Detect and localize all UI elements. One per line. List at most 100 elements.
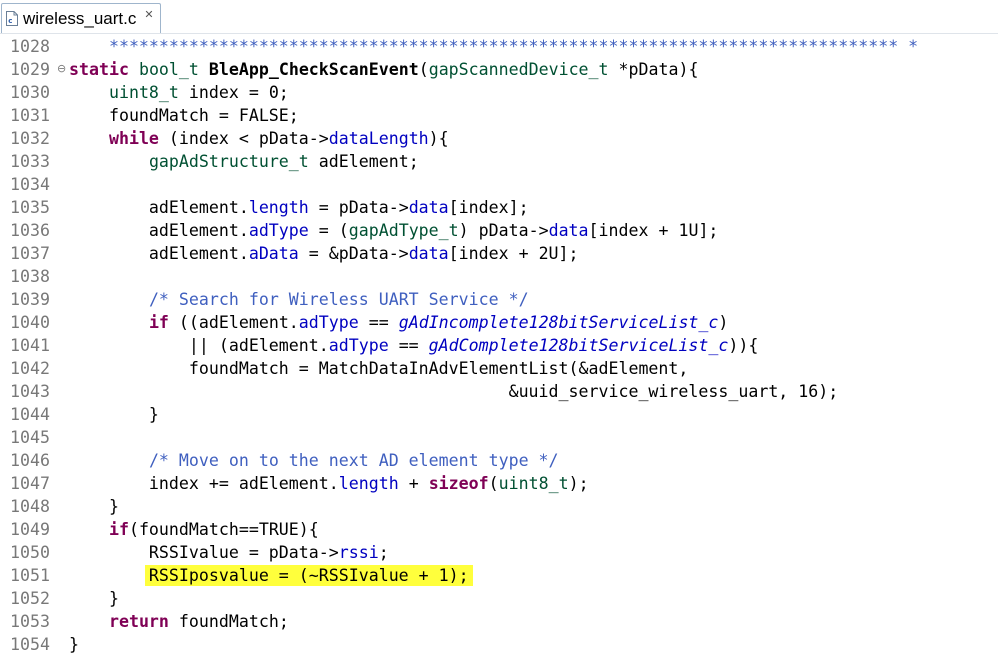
code-token: *pData){ [608,60,699,79]
code-line[interactable]: 1042 foundMatch = MatchDataInAdvElementL… [0,357,998,380]
code-token: foundMatch; [168,612,289,631]
code-token: length [248,198,309,217]
code-line[interactable]: 1052 } [0,587,998,610]
code-token: /* Move on to the next AD element type *… [148,451,559,470]
code-token: adType [298,313,359,332]
line-number: 1054 [10,635,50,654]
code-token: adElement. [69,244,249,263]
code-token: length [338,474,399,493]
code-line[interactable]: 1049 if(foundMatch==TRUE){ [0,518,998,541]
code-line[interactable]: 1036 adElement.adType = (gapAdType_t) pD… [0,219,998,242]
code-line[interactable]: 1051 RSSIposvalue = (~RSSIvalue + 1); [0,564,998,587]
code-token: == [388,336,429,355]
code-line[interactable]: 1038 [0,265,998,288]
code-token: + [398,474,429,493]
code-text: return foundMatch; [69,610,289,633]
code-token: = &pData-> [298,244,409,263]
code-token: index += adElement. [69,474,339,493]
code-token: if [148,313,169,332]
line-number: 1031 [10,106,50,125]
code-line[interactable]: 1053 return foundMatch; [0,610,998,633]
code-line[interactable]: 1028 ***********************************… [0,35,998,58]
code-line[interactable]: 1043 &uuid_service_wireless_uart, 16); [0,380,998,403]
code-line[interactable]: 1035 adElement.length = pData->data[inde… [0,196,998,219]
code-line[interactable]: 1045 [0,426,998,449]
line-number: 1032 [10,129,50,148]
code-token: gAdIncomplete128bitServiceList_c [398,313,719,332]
fold-toggle-icon[interactable]: ⊖ [57,58,69,79]
code-token: gAdComplete128bitServiceList_c [428,336,729,355]
code-line[interactable]: 1037 adElement.aData = &pData->data[inde… [0,242,998,265]
code-token: } [69,497,119,516]
code-token: sizeof [428,474,489,493]
code-text: RSSIposvalue = (~RSSIvalue + 1); [69,564,469,587]
code-token: == [358,313,399,332]
code-text: adElement.length = pData->data[index]; [69,196,529,219]
line-number: 1052 [10,589,50,608]
code-line[interactable]: 1029 ⊖ static bool_t BleApp_CheckScanEvent… [0,58,998,81]
code-text: /* Move on to the next AD element type *… [69,449,559,472]
code-token: rssi [338,543,379,562]
code-line[interactable]: 1041 || (adElement.adType == gAdComplete… [0,334,998,357]
code-token: adElement. [69,221,249,240]
code-token: ) pData-> [458,221,549,240]
code-token: data [408,244,449,263]
close-icon[interactable]: ✕ [144,10,153,21]
code-line[interactable]: 1048 } [0,495,998,518]
line-number: 1030 [10,83,50,102]
line-number: 1046 [10,451,50,470]
code-text: } [69,633,79,656]
code-line[interactable]: 1040 if ((adElement.adType == gAdIncompl… [0,311,998,334]
code-line[interactable]: 1030 uint8_t index = 0; [0,81,998,104]
code-token: &uuid_service_wireless_uart, 16); [69,382,839,401]
code-token: } [69,405,159,424]
code-line[interactable]: 1033 gapAdStructure_t adElement; [0,150,998,173]
tab-label: wireless_uart.c [23,8,137,28]
code-token: = pData-> [308,198,409,217]
code-line[interactable]: 1050 RSSIvalue = pData->rssi; [0,541,998,564]
code-line[interactable]: 1034 [0,173,998,196]
line-number: 1037 [10,244,50,263]
code-token: )){ [728,336,759,355]
code-line[interactable]: 1055 [0,656,998,660]
code-text: } [69,403,159,426]
code-token: uint8_t [498,474,569,493]
code-line[interactable]: 1046 /* Move on to the next AD element t… [0,449,998,472]
line-number: 1043 [10,382,50,401]
tab-wireless-uart-c[interactable]: c wireless_uart.c ✕ [1,3,161,33]
code-text: while (index < pData->dataLength){ [69,127,449,150]
code-token: (foundMatch==TRUE){ [128,520,319,539]
code-token: gapScannedDevice_t [428,60,609,79]
code-token: while [108,129,159,148]
code-token: ((adElement. [168,313,299,332]
code-editor[interactable]: 1028 ***********************************… [0,34,998,660]
line-number: 1036 [10,221,50,240]
code-line[interactable]: 1044 } [0,403,998,426]
line-number: 1038 [10,267,50,286]
code-line[interactable]: 1054} [0,633,998,656]
code-text: /* Search for Wireless UART Service */ [69,288,529,311]
code-line[interactable]: 1047 index += adElement.length + sizeof(… [0,472,998,495]
code-token: index = 0; [178,83,289,102]
code-line[interactable]: 1032 while (index < pData->dataLength){ [0,127,998,150]
line-number: 1041 [10,336,50,355]
code-token: ****************************************… [69,37,919,56]
code-token: } [69,635,79,654]
code-token: aData [248,244,299,263]
code-line[interactable]: 1039 /* Search for Wireless UART Service… [0,288,998,311]
code-token: } [69,589,119,608]
code-token: data [408,198,449,217]
code-token: [index + 2U]; [448,244,579,263]
code-text: foundMatch = MatchDataInAdvElementList(&… [69,357,689,380]
code-line[interactable]: 1031 foundMatch = FALSE; [0,104,998,127]
code-text: adElement.adType = (gapAdType_t) pData->… [69,219,719,242]
line-number: 1050 [10,543,50,562]
line-number: 1028 [10,37,50,56]
code-token: RSSIvalue = pData-> [69,543,339,562]
